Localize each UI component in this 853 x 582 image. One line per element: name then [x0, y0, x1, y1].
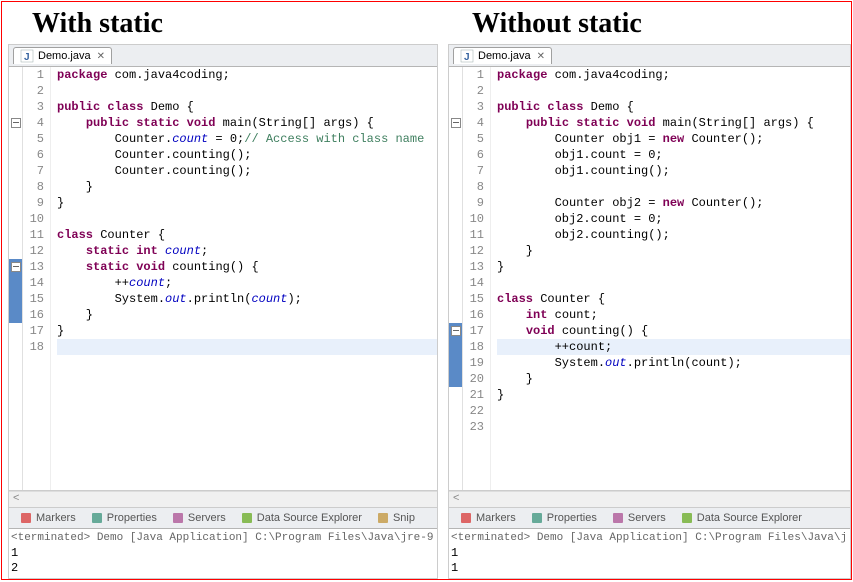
marker-bar-right [449, 67, 463, 490]
bottom-tabs-left: MarkersPropertiesServersData Source Expl… [9, 507, 437, 529]
console-line: 1 [451, 561, 848, 576]
hscrollbar-right[interactable] [449, 491, 850, 507]
code-editor-right[interactable]: 1234567891011121314151617181920212223 pa… [449, 67, 850, 491]
properties-icon [530, 511, 544, 525]
console-header-left: <terminated> Demo [Java Application] C:\… [11, 531, 435, 546]
tab-demo-java-left[interactable]: J Demo.java ✕ [13, 47, 112, 64]
markers-icon [19, 511, 33, 525]
svg-text:J: J [24, 52, 30, 63]
bottom-tabs-right: MarkersPropertiesServersData Source Expl… [449, 507, 850, 529]
bottom-tab-data-source-explorer[interactable]: Data Source Explorer [234, 509, 368, 527]
java-file-icon: J [460, 49, 474, 63]
marker-bar-left [9, 67, 23, 490]
panel-with-static: With static J Demo.java ✕ 12345678910111… [2, 2, 442, 579]
data-source-explorer-icon [680, 511, 694, 525]
editor-tabs-right: J Demo.java ✕ [449, 45, 850, 67]
editor-tabs-left: J Demo.java ✕ [9, 45, 437, 67]
console-line: 1 [11, 546, 435, 561]
servers-icon [171, 511, 185, 525]
ide-left: J Demo.java ✕ 12345678910111213141516171… [8, 44, 438, 579]
comparison-container: With static J Demo.java ✕ 12345678910111… [1, 1, 852, 580]
bottom-tab-markers[interactable]: Markers [453, 509, 522, 527]
bottom-tab-properties[interactable]: Properties [524, 509, 603, 527]
snip-icon [376, 511, 390, 525]
tab-label: Demo.java [38, 50, 91, 62]
code-body-right[interactable]: package com.java4coding;public class Dem… [491, 67, 850, 490]
console-left: <terminated> Demo [Java Application] C:\… [9, 529, 437, 578]
bottom-tab-markers[interactable]: Markers [13, 509, 82, 527]
tab-demo-java-right[interactable]: J Demo.java ✕ [453, 47, 552, 64]
close-icon[interactable]: ✕ [535, 51, 545, 62]
java-file-icon: J [20, 49, 34, 63]
code-body-left[interactable]: package com.java4coding;public class Dem… [51, 67, 437, 490]
svg-text:J: J [464, 52, 470, 63]
close-icon[interactable]: ✕ [95, 51, 105, 62]
console-header-right: <terminated> Demo [Java Application] C:\… [451, 531, 848, 546]
servers-icon [611, 511, 625, 525]
console-output-right: 11 [451, 546, 848, 576]
console-line: 2 [11, 561, 435, 576]
line-numbers-left: 123456789101112131415161718 [23, 67, 51, 490]
bottom-tab-servers[interactable]: Servers [165, 509, 232, 527]
code-editor-left[interactable]: 123456789101112131415161718 package com.… [9, 67, 437, 491]
bottom-tab-snip[interactable]: Snip [370, 509, 421, 527]
bottom-tab-servers[interactable]: Servers [605, 509, 672, 527]
heading-left: With static [2, 2, 442, 44]
markers-icon [459, 511, 473, 525]
panel-without-static: Without static J Demo.java ✕ 12345678910… [442, 2, 851, 579]
hscrollbar-left[interactable] [9, 491, 437, 507]
line-numbers-right: 1234567891011121314151617181920212223 [463, 67, 491, 490]
console-right: <terminated> Demo [Java Application] C:\… [449, 529, 850, 578]
heading-right: Without static [442, 2, 851, 44]
console-output-left: 12 [11, 546, 435, 576]
console-line: 1 [451, 546, 848, 561]
bottom-tab-data-source-explorer[interactable]: Data Source Explorer [674, 509, 808, 527]
bottom-tab-properties[interactable]: Properties [84, 509, 163, 527]
properties-icon [90, 511, 104, 525]
ide-right: J Demo.java ✕ 12345678910111213141516171… [448, 44, 851, 579]
data-source-explorer-icon [240, 511, 254, 525]
tab-label: Demo.java [478, 50, 531, 62]
